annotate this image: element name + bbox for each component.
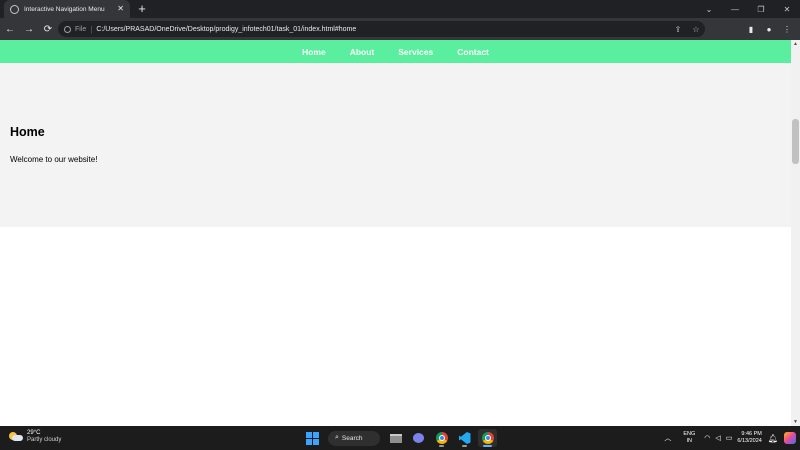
page-viewport: Home About Services Contact Home Welcome… — [0, 40, 791, 426]
weather-temperature: 29°C — [27, 430, 41, 436]
clock[interactable]: 9:46 PM 6/13/2024 — [737, 431, 761, 445]
nav-link-contact[interactable]: Contact — [457, 47, 489, 57]
home-section: Home Welcome to our website! — [0, 63, 791, 227]
browser-toolbar: ← → ⟳ File | C:/Users/PRASAD/OneDrive/De… — [0, 18, 800, 40]
profile-icon[interactable]: ● — [760, 20, 778, 38]
notification-bell-icon[interactable]: 🔔︎ — [768, 434, 778, 443]
url-text[interactable]: C:/Users/PRASAD/OneDrive/Desktop/prodigy… — [96, 26, 356, 33]
tab-close-icon[interactable]: ✕ — [117, 5, 124, 13]
language-indicator[interactable]: ENG IN — [683, 431, 695, 445]
info-icon[interactable] — [64, 25, 71, 33]
wifi-icon[interactable]: ◠ — [704, 434, 710, 442]
language-code: ENG — [683, 431, 696, 437]
url-scheme-label: File — [75, 25, 87, 33]
chrome-app-icon[interactable] — [432, 429, 451, 447]
scroll-thumb[interactable] — [792, 119, 799, 164]
windows-taskbar: 29°C Partly cloudy ⌕ Search ︿ ENG IN ◠ ◁… — [0, 426, 800, 450]
system-tray: ︿ ENG IN ◠ ◁ ▭ 9:46 PM 6/13/2024 🔔︎ — [664, 429, 796, 447]
more-menu-icon[interactable]: ⋮ — [778, 20, 796, 38]
weather-description: Partly cloudy — [27, 437, 62, 443]
section-title: Home — [10, 125, 45, 139]
clock-time: 9:46 PM — [741, 431, 762, 437]
partly-cloudy-icon — [9, 432, 23, 442]
browser-tab[interactable]: Interactive Navigation Menu ✕ — [4, 0, 130, 18]
browser-tab-strip: Interactive Navigation Menu ✕ + ⌄ — ❐ ✕ — [0, 0, 800, 18]
vscode-app-icon[interactable] — [455, 429, 474, 447]
copilot-icon[interactable] — [784, 432, 796, 444]
file-explorer-icon[interactable] — [386, 429, 405, 447]
share-icon[interactable]: ⇪ — [669, 25, 687, 34]
star-icon[interactable]: ☆ — [687, 25, 705, 34]
new-tab-button[interactable]: + — [135, 2, 149, 16]
weather-widget[interactable]: 29°C Partly cloudy — [9, 430, 61, 444]
chrome-active-app-icon[interactable] — [478, 429, 497, 447]
chevron-down-icon[interactable]: ⌄ — [696, 0, 722, 18]
close-window-button[interactable]: ✕ — [774, 0, 800, 18]
battery-icon[interactable]: ▭ — [726, 434, 733, 442]
reload-button[interactable]: ⟳ — [39, 20, 57, 38]
windows-start-icon[interactable] — [306, 431, 319, 445]
clock-date: 6/13/2024 — [737, 438, 762, 444]
nav-link-home[interactable]: Home — [302, 47, 326, 57]
side-panel-icon[interactable]: ▮ — [742, 20, 760, 38]
nav-link-services[interactable]: Services — [398, 47, 433, 57]
vertical-scrollbar[interactable]: ▲ ▼ — [791, 40, 800, 426]
scroll-up-icon[interactable]: ▲ — [791, 40, 800, 48]
tab-title: Interactive Navigation Menu — [24, 5, 105, 13]
globe-icon — [10, 4, 19, 14]
show-hidden-icons-icon[interactable]: ︿ — [664, 433, 671, 443]
region-code: IN — [686, 438, 693, 444]
search-label: Search — [341, 434, 363, 442]
toolbar-actions: ▮ ● ⋮ — [742, 20, 796, 38]
search-icon: ⌕ — [335, 434, 339, 441]
address-bar[interactable]: File | C:/Users/PRASAD/OneDrive/Desktop/… — [58, 21, 705, 37]
scroll-down-icon[interactable]: ▼ — [791, 418, 800, 426]
section-text: Welcome to our website! — [10, 155, 98, 164]
minimize-button[interactable]: — — [722, 0, 748, 18]
window-controls: ⌄ — ❐ ✕ — [696, 0, 800, 18]
forward-button[interactable]: → — [20, 20, 38, 38]
restore-button[interactable]: ❐ — [748, 0, 774, 18]
taskbar-search-button[interactable]: ⌕ Search — [328, 430, 380, 446]
back-button[interactable]: ← — [1, 20, 19, 38]
url-separator: | — [90, 24, 93, 34]
site-navbar: Home About Services Contact — [0, 40, 791, 63]
chat-app-icon[interactable] — [409, 429, 428, 447]
taskbar-apps: ⌕ Search — [306, 429, 501, 447]
volume-icon[interactable]: ◁ — [715, 434, 720, 442]
nav-link-about[interactable]: About — [350, 47, 375, 57]
address-bar-actions: ⇪ ☆ — [669, 21, 705, 37]
